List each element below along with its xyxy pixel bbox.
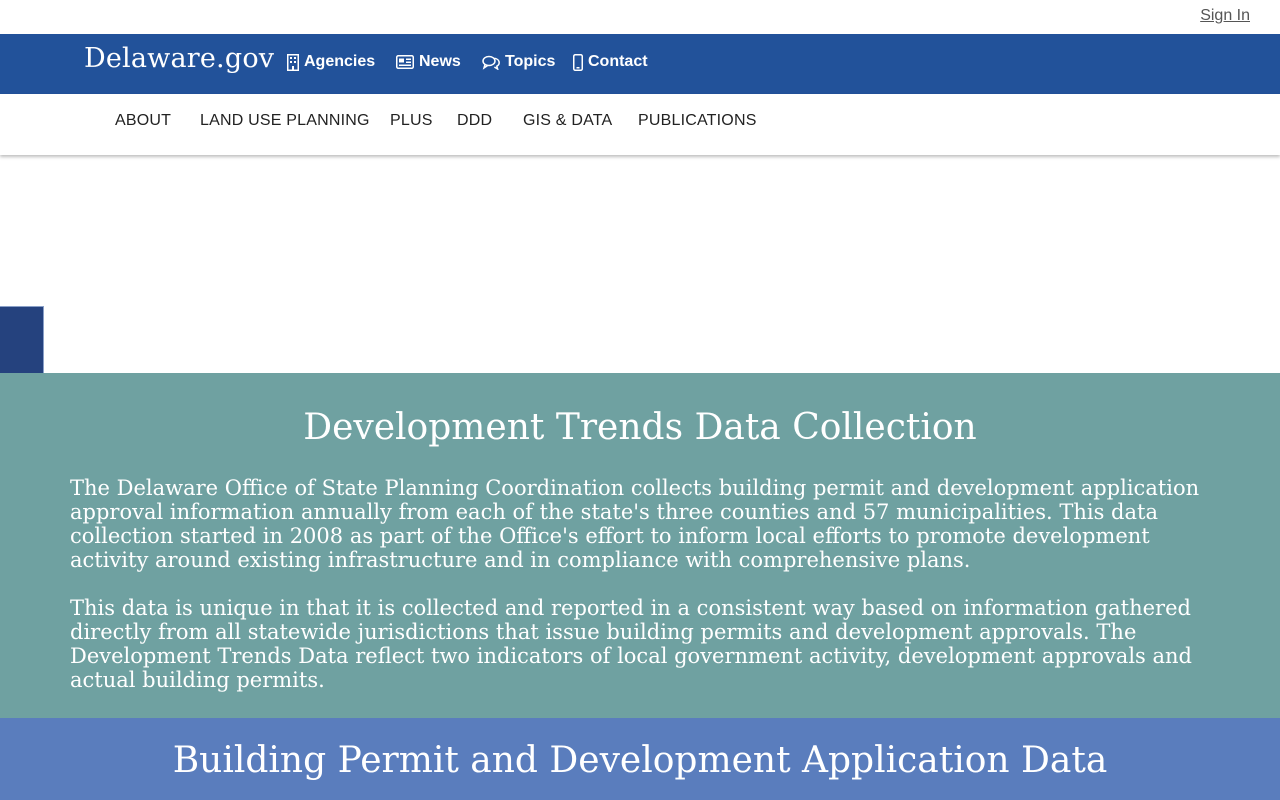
mobile-icon <box>573 53 583 71</box>
building-icon <box>287 53 299 71</box>
section-nav: ABOUT LAND USE PLANNING PLUS DDD GIS & D… <box>0 94 1280 155</box>
topics-link[interactable]: Topics <box>482 53 555 71</box>
contact-label: Contact <box>588 53 648 70</box>
nav-land-use-planning[interactable]: LAND USE PLANNING <box>200 112 370 130</box>
topics-label: Topics <box>505 53 556 70</box>
news-link[interactable]: News <box>396 53 461 71</box>
comments-icon <box>482 55 500 70</box>
agencies-link[interactable]: Agencies <box>287 53 375 71</box>
nav-ddd[interactable]: DDD <box>457 112 492 130</box>
permit-data-section: Building Permit and Development Applicat… <box>0 718 1280 800</box>
nav-about[interactable]: ABOUT <box>115 112 171 130</box>
intro-paragraph: The Delaware Office of State Planning Co… <box>70 476 1200 572</box>
delaware-gov-logo[interactable]: Delaware.gov <box>84 43 274 74</box>
site-header: Delaware.gov Agencies News Topics Contac… <box>0 34 1280 94</box>
contact-link[interactable]: Contact <box>573 53 648 71</box>
data-description-paragraph: This data is unique in that it is collec… <box>70 596 1192 692</box>
development-trends-section: Development Trends Data Collection The D… <box>0 373 1280 718</box>
nav-publications[interactable]: PUBLICATIONS <box>638 112 757 130</box>
sign-in-link[interactable]: Sign In <box>1200 7 1250 25</box>
agencies-label: Agencies <box>304 53 376 70</box>
news-label: News <box>419 53 461 70</box>
nav-gis-data[interactable]: GIS & DATA <box>523 112 612 130</box>
utility-bar: Sign In <box>0 0 1280 34</box>
newspaper-icon <box>396 55 414 69</box>
section-title: Development Trends Data Collection <box>303 407 977 448</box>
section-heading: Building Permit and Development Applicat… <box>172 740 1108 781</box>
nav-plus[interactable]: PLUS <box>390 112 433 130</box>
